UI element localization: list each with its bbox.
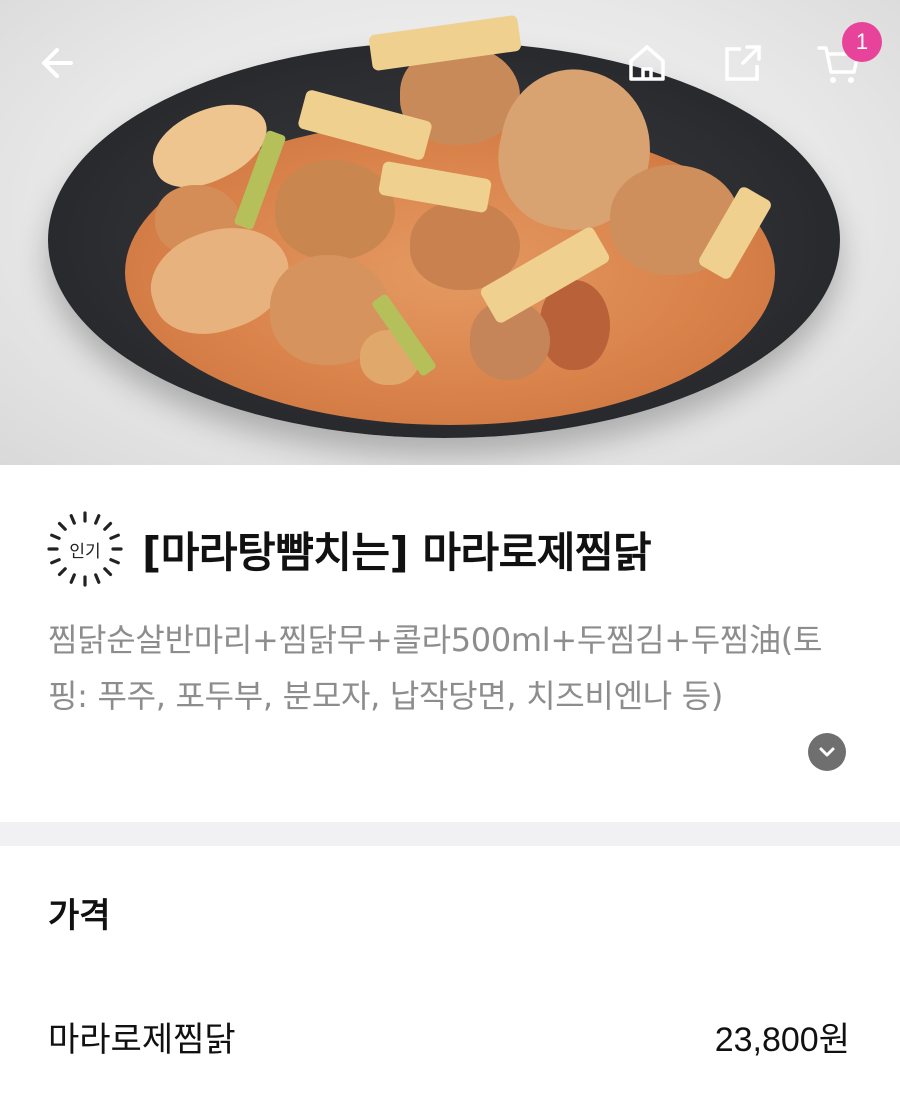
price-section-title: 가격	[48, 896, 111, 936]
option-name: 마라로제찜닭	[48, 1020, 236, 1060]
price-option-row[interactable]: 마라로제찜닭 23,800원	[48, 1012, 850, 1061]
product-description: 찜닭순살반마리+찜닭무+콜라500ml+두찜김+두찜油(토핑: 푸주, 포두부,…	[48, 621, 823, 715]
product-title: [마라탕뺨치는] 마라로제찜닭	[142, 527, 652, 577]
food-piece	[275, 160, 395, 260]
popular-badge: 인기	[46, 510, 124, 588]
chevron-down-icon	[819, 747, 835, 757]
option-price: 23,800원	[714, 1021, 850, 1059]
arrow-left-icon	[42, 48, 73, 78]
cart-count-badge: 1	[842, 22, 882, 62]
home-button[interactable]	[624, 40, 670, 86]
back-button[interactable]	[36, 40, 82, 86]
product-title-row: 인기 [마라탕뺨치는] 마라로제찜닭	[46, 510, 652, 588]
section-divider	[0, 822, 900, 846]
share-button[interactable]	[720, 40, 766, 86]
share-icon	[725, 45, 761, 81]
expand-description-button[interactable]	[808, 733, 846, 771]
product-image: 1	[0, 0, 900, 465]
popular-badge-label: 인기	[69, 541, 101, 562]
home-icon	[629, 45, 665, 81]
